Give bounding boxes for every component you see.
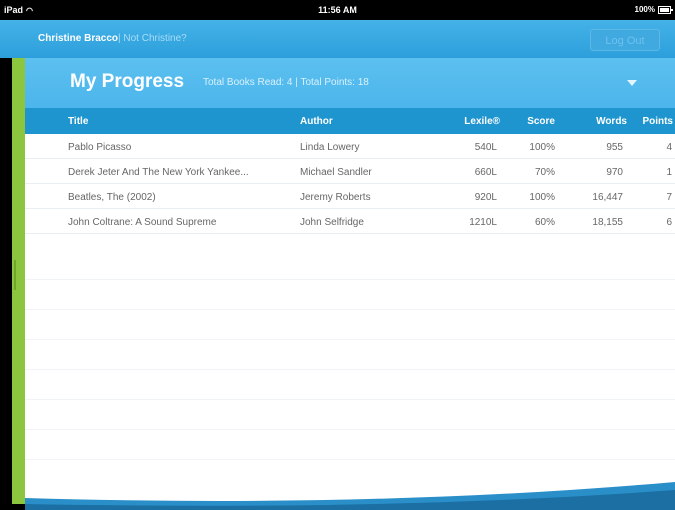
cell-words: 16,447 (592, 192, 623, 203)
cell-title: Derek Jeter And The New York Yankee... (68, 167, 249, 178)
decorative-wave (25, 482, 675, 510)
chevron-down-icon[interactable] (627, 80, 637, 86)
cell-points: 6 (666, 217, 672, 228)
cell-points: 1 (666, 167, 672, 178)
cell-lexile: 660L (474, 167, 497, 178)
empty-rows-area (25, 250, 675, 490)
cell-points: 7 (666, 192, 672, 203)
cell-lexile: 1210L (469, 217, 497, 228)
cell-lexile: 920L (474, 192, 497, 203)
column-header-points[interactable]: Points (642, 116, 673, 127)
cell-title: Beatles, The (2002) (68, 192, 156, 203)
empty-row (25, 340, 675, 370)
cell-points: 4 (666, 142, 672, 153)
not-user-link[interactable]: | Not Christine? (118, 33, 187, 44)
logout-button[interactable]: Log Out (590, 29, 660, 51)
drag-handle[interactable] (14, 260, 16, 290)
cell-words: 18,155 (592, 217, 623, 228)
battery-percent: 100% (634, 5, 655, 14)
table-row[interactable]: Pablo Picasso Linda Lowery 540L 100% 955… (25, 134, 675, 159)
empty-row (25, 400, 675, 430)
cell-lexile: 540L (474, 142, 497, 153)
user-name: Christine Bracco (38, 33, 119, 44)
cell-author: Michael Sandler (300, 167, 372, 178)
cell-author: John Selfridge (300, 217, 364, 228)
cell-words: 970 (606, 167, 623, 178)
column-header-author[interactable]: Author (300, 116, 333, 127)
battery-icon (658, 5, 673, 14)
battery-indicator: 100% (634, 5, 673, 14)
empty-row (25, 250, 675, 280)
cell-score: 100% (529, 142, 555, 153)
cell-score: 70% (534, 167, 555, 178)
progress-title-bar: My Progress Total Books Read: 4 | Total … (25, 58, 675, 108)
cell-score: 100% (529, 192, 555, 203)
table-row[interactable]: Derek Jeter And The New York Yankee... M… (25, 159, 675, 184)
page-title: My Progress (70, 71, 185, 92)
empty-row (25, 280, 675, 310)
column-header-words[interactable]: Words (596, 116, 627, 127)
progress-stats: Total Books Read: 4 | Total Points: 18 (203, 77, 369, 88)
status-bar: iPad ◠ 11:56 AM 100% (0, 0, 675, 20)
empty-row (25, 370, 675, 400)
status-time: 11:56 AM (318, 5, 357, 15)
empty-row (25, 310, 675, 340)
table-row[interactable]: John Coltrane: A Sound Supreme John Self… (25, 209, 675, 234)
empty-row (25, 430, 675, 460)
cell-author: Linda Lowery (300, 142, 360, 153)
app-header: Christine Bracco | Not Christine? Log Ou… (0, 20, 675, 58)
column-header-score[interactable]: Score (527, 116, 555, 127)
cell-title: Pablo Picasso (68, 142, 132, 153)
table-row[interactable]: Beatles, The (2002) Jeremy Roberts 920L … (25, 184, 675, 209)
column-header-title[interactable]: Title (68, 116, 88, 127)
cell-author: Jeremy Roberts (300, 192, 371, 203)
cell-score: 60% (534, 217, 555, 228)
column-header-lexile[interactable]: Lexile® (464, 116, 500, 127)
table-body: Pablo Picasso Linda Lowery 540L 100% 955… (25, 134, 675, 234)
cell-words: 955 (606, 142, 623, 153)
cell-title: John Coltrane: A Sound Supreme (68, 217, 217, 228)
table-header: Title Author Lexile® Score Words Points (25, 108, 675, 134)
